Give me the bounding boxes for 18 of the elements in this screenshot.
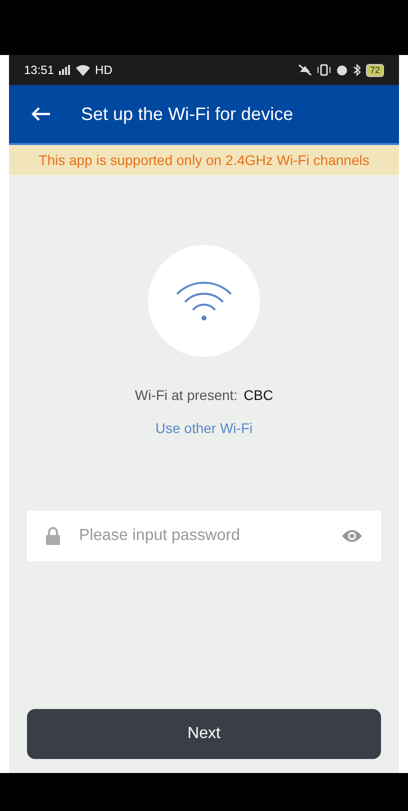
network-label: HD bbox=[95, 62, 112, 79]
signal-icon bbox=[59, 65, 72, 75]
lock-icon bbox=[45, 527, 61, 545]
back-arrow-icon[interactable] bbox=[31, 106, 51, 122]
wifi-icon bbox=[175, 280, 233, 322]
wifi-icon bbox=[76, 64, 90, 76]
page-title: Set up the Wi-Fi for device bbox=[81, 102, 294, 126]
vibrate-icon bbox=[316, 64, 331, 76]
battery-level: 72 bbox=[366, 64, 384, 76]
mute-icon bbox=[298, 64, 312, 76]
next-button[interactable]: Next bbox=[27, 709, 381, 759]
current-wifi-label: Wi-Fi at present: bbox=[134, 386, 238, 405]
eye-icon[interactable] bbox=[341, 529, 363, 543]
bluetooth-icon bbox=[352, 64, 361, 76]
notice-text: This app is supported only on 2.4GHz Wi-Fi channels bbox=[38, 150, 370, 170]
current-wifi-name: CBC bbox=[244, 386, 274, 405]
status-time: 13:51 bbox=[24, 62, 54, 79]
password-field[interactable]: Please input password bbox=[27, 511, 381, 561]
